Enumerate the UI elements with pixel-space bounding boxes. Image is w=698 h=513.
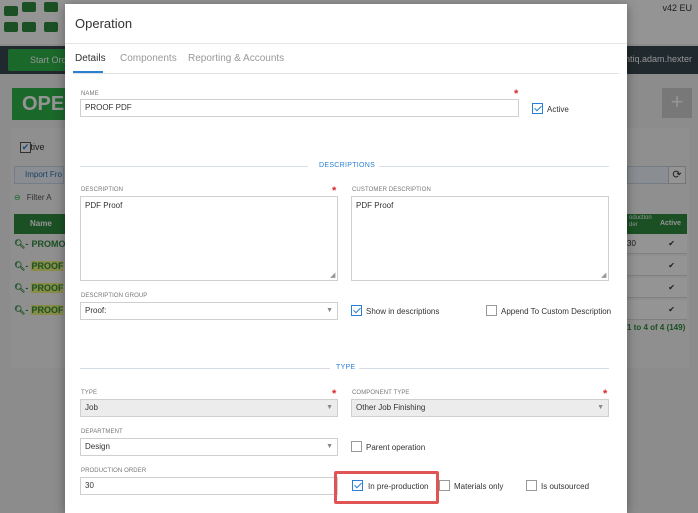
section-divider [359,368,609,369]
department-select[interactable]: Design ▼ [80,438,338,456]
tab-divider [73,73,619,74]
description-textarea[interactable]: PDF Proof ◢ [80,196,338,281]
description-text: PDF Proof [85,201,123,210]
chevron-down-icon: ▼ [597,404,604,411]
show-in-descriptions-label: Show in descriptions [366,307,440,316]
customer-description-textarea[interactable]: PDF Proof ◢ [351,196,609,281]
tab-components[interactable]: Components [120,53,177,64]
name-input[interactable]: PROOF PDF [80,99,519,117]
active-checkbox[interactable] [532,103,543,114]
department-label: DEPARTMENT [81,429,123,435]
section-divider [80,368,330,369]
tab-reporting-accounts[interactable]: Reporting & Accounts [188,53,284,64]
component-type-value: Other Job Finishing [356,403,426,412]
department-value: Design [85,442,110,451]
materials-only-checkbox[interactable] [439,480,450,491]
production-order-input[interactable]: 30 [80,477,338,495]
name-label: NAME [81,91,99,97]
description-label: DESCRIPTION [81,187,124,193]
materials-only-label: Materials only [454,482,504,491]
tab-bar: Details Components Reporting & Accounts [65,44,627,74]
modal-header: Operation [65,4,627,44]
show-in-descriptions-checkbox[interactable] [351,305,362,316]
description-group-select[interactable]: Proof: ▼ [80,302,338,320]
chevron-down-icon: ▼ [326,443,333,450]
component-type-select[interactable]: Other Job Finishing ▼ [351,399,609,417]
annotation-highlight-box [334,471,439,504]
parent-operation-checkbox[interactable] [351,441,362,452]
operation-modal: Operation Details Components Reporting &… [65,4,627,513]
is-outsourced-checkbox[interactable] [526,480,537,491]
type-label: TYPE [81,390,98,396]
parent-operation-label: Parent operation [366,443,426,452]
section-divider [80,166,308,167]
type-select[interactable]: Job ▼ [80,399,338,417]
modal-title: Operation [75,16,133,31]
append-custom-description-checkbox[interactable] [486,305,497,316]
append-custom-description-label: Append To Custom Description [501,307,612,316]
descriptions-section-title: DESCRIPTIONS [319,162,376,169]
chevron-down-icon: ▼ [326,404,333,411]
type-section-title: TYPE [336,364,356,371]
customer-description-label: CUSTOMER DESCRIPTION [352,187,431,193]
tab-details[interactable]: Details [75,53,106,64]
description-group-value: Proof: [85,306,107,315]
resize-handle-icon[interactable]: ◢ [601,272,607,279]
customer-description-text: PDF Proof [356,201,394,210]
is-outsourced-label: Is outsourced [541,482,590,491]
active-label: Active [547,105,569,114]
component-type-label: COMPONENT TYPE [352,390,410,396]
section-divider [379,166,609,167]
resize-handle-icon[interactable]: ◢ [330,272,336,279]
production-order-label: PRODUCTION ORDER [81,468,147,474]
type-value: Job [85,403,98,412]
chevron-down-icon: ▼ [326,307,333,314]
description-group-label: DESCRIPTION GROUP [81,293,148,299]
